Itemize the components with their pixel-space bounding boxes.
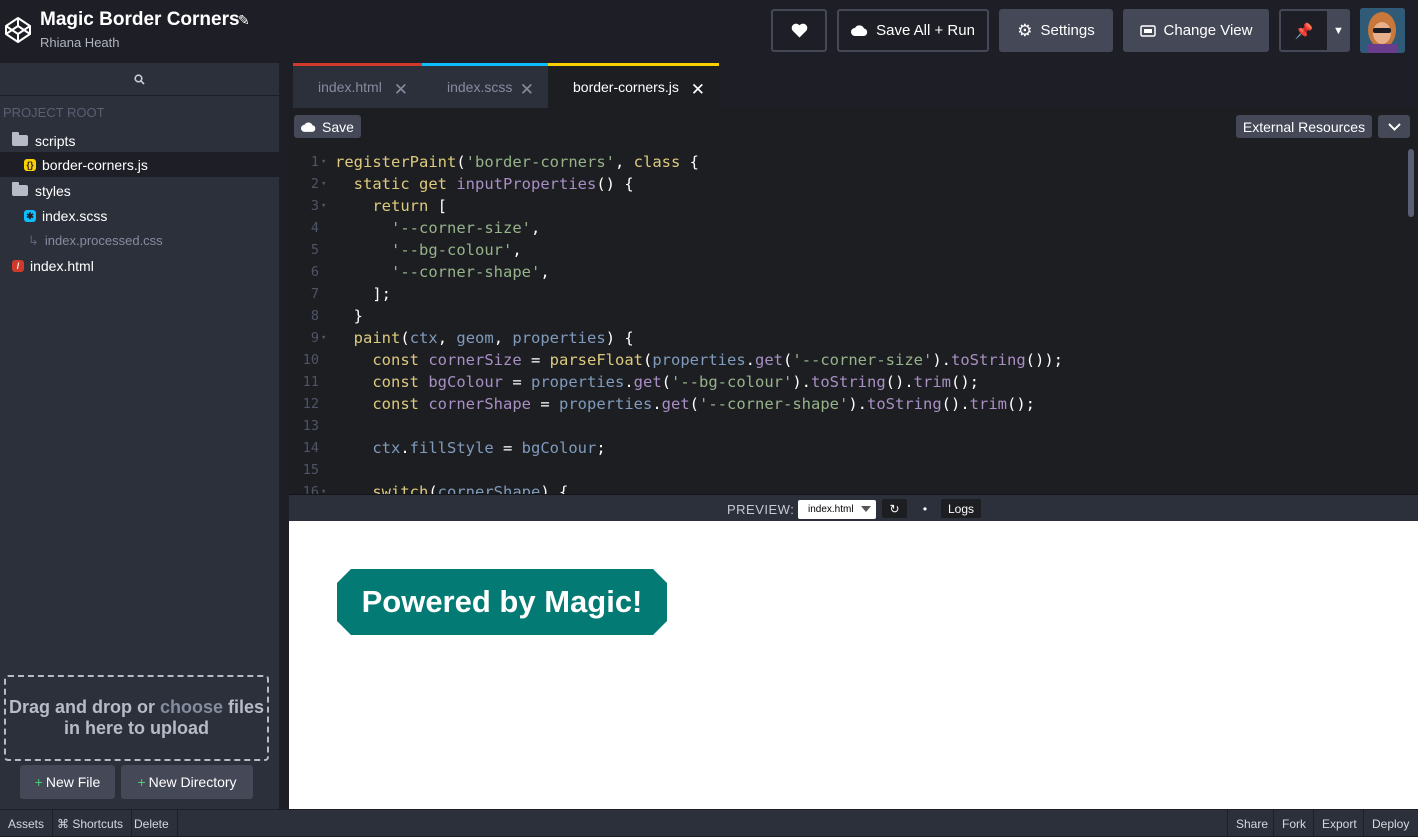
settings-label: Settings [1040,22,1095,39]
file-search-button[interactable] [0,63,279,96]
edit-title-pencil-icon[interactable]: ✎ [238,12,250,29]
love-button[interactable] [771,9,827,52]
fork-button[interactable]: Fork [1273,810,1314,837]
preview-label: PREVIEW: [727,502,795,517]
heart-icon [791,23,807,38]
upload-dropzone[interactable]: Drag and drop or choose files in here to… [4,675,269,761]
change-view-button[interactable]: Change View [1123,9,1269,52]
tree-item-label: index.scss [42,207,108,224]
close-icon[interactable]: ✕ [394,80,408,100]
tree-file-border-corners-js[interactable]: {} border-corners.js [0,152,279,177]
cloud-icon [851,25,868,36]
tab-label: index.scss [447,79,513,95]
preview-file-select[interactable]: index.html [798,500,876,519]
processed-arrow-icon: ↳ [28,232,39,248]
new-directory-label: New Directory [148,774,237,790]
pin-button[interactable]: 📌 [1279,9,1329,52]
choose-files-link[interactable]: choose [160,697,223,717]
tree-folder-styles[interactable]: styles [0,178,279,203]
save-file-button[interactable]: Save [294,115,361,138]
dropzone-text-line2: in here to upload [63,718,209,738]
tab-label: index.html [318,79,382,95]
plus-icon: + [34,774,43,790]
tab-index-html[interactable]: index.html ✕ [293,63,422,108]
plus-icon: + [137,774,146,790]
project-root-label: PROJECT ROOT [3,105,105,120]
external-resources-button[interactable]: External Resources [1236,115,1372,138]
close-icon[interactable]: ✕ [520,80,534,100]
share-button[interactable]: Share [1227,810,1276,837]
pen-title[interactable]: Magic Border Corners [40,9,240,31]
tree-item-label: border-corners.js [42,156,148,173]
codepen-logo-icon[interactable] [4,16,32,44]
save-all-run-label: Save All + Run [876,22,975,39]
folder-icon [12,182,28,196]
new-file-button[interactable]: + New File [20,765,115,799]
tree-item-label: index.processed.css [44,233,163,248]
sidebar-resize-handle[interactable] [279,63,289,809]
tree-folder-scripts[interactable]: scripts [0,128,279,153]
save-label: Save [322,118,354,135]
tree-item-label: styles [35,182,71,199]
refresh-preview-button[interactable]: ↻ [882,499,907,518]
close-icon[interactable]: ✕ [691,80,705,100]
dropzone-text-files: files [223,697,265,717]
code-editor[interactable]: 1 ▾ registerPaint('border-corners', class … [289,145,1418,494]
editor-toolbar: Save External Resources [289,108,1418,145]
tab-label: border-corners.js [573,79,679,95]
file-sidebar: PROJECT ROOT scripts {} border-corners.j… [0,63,279,809]
editor-options-dropdown[interactable] [1378,115,1410,138]
shortcuts-button[interactable]: ⌘ Shortcuts [49,810,133,837]
new-file-label: New File [45,774,101,790]
dropzone-text: Drag and drop or [8,697,160,717]
avatar-image-icon [1360,8,1405,53]
html-file-icon: / [12,259,24,272]
pin-dropdown-button[interactable]: ▼ [1327,9,1350,52]
change-view-label: Change View [1163,22,1253,39]
magic-border-badge: Powered by Magic! [337,569,667,635]
chevron-down-icon: ▼ [1333,24,1344,37]
new-directory-button[interactable]: + New Directory [121,765,253,799]
dropdown-triangle-icon [861,506,871,512]
preview-dot-indicator: • [913,499,937,518]
settings-button[interactable]: ⚙ Settings [999,9,1113,52]
refresh-icon: ↻ [889,501,900,516]
folder-icon [12,132,28,146]
tab-border-corners-js[interactable]: border-corners.js ✕ [548,63,719,108]
dot-icon: • [922,501,928,516]
assets-button[interactable]: Assets [0,810,54,837]
layout-icon [1139,24,1156,37]
tree-item-label: index.html [30,257,94,274]
tree-item-label: scripts [35,132,76,149]
editor-tabs: index.html ✕ index.scss ✕ border-corners… [289,63,1418,108]
save-all-run-button[interactable]: Save All + Run [837,9,989,52]
gear-icon: ⚙ [1017,20,1033,40]
tree-file-index-scss[interactable]: ✱ index.scss [0,203,279,228]
author-name[interactable]: Rhiana Heath [40,35,120,50]
js-file-icon: {} [24,158,36,171]
pin-icon: 📌 [1294,22,1314,40]
user-avatar[interactable] [1360,8,1405,53]
logs-button[interactable]: Logs [941,499,981,518]
deploy-button[interactable]: Deploy [1363,810,1417,837]
header: Magic Border Corners ✎ Rhiana Heath Save… [0,0,1418,63]
footer-bar: Assets ⌘ Shortcuts Delete Share Fork Exp… [0,809,1418,837]
delete-button[interactable]: Delete [126,810,178,837]
tab-index-scss[interactable]: index.scss ✕ [422,63,548,108]
tree-file-index-processed-css[interactable]: ↳ index.processed.css [0,228,279,253]
preview-pane[interactable]: Powered by Magic! [289,521,1418,809]
search-icon [134,73,145,85]
export-button[interactable]: Export [1313,810,1365,837]
preview-bar[interactable]: PREVIEW: index.html ↻ • Logs [289,494,1418,521]
scss-file-icon: ✱ [24,209,36,222]
cloud-icon [301,122,316,132]
editor-scrollbar[interactable] [1408,149,1414,217]
tree-file-index-html[interactable]: / index.html [0,253,279,278]
preview-file-selected: index.html [808,504,854,515]
chevron-down-icon [1387,122,1401,131]
